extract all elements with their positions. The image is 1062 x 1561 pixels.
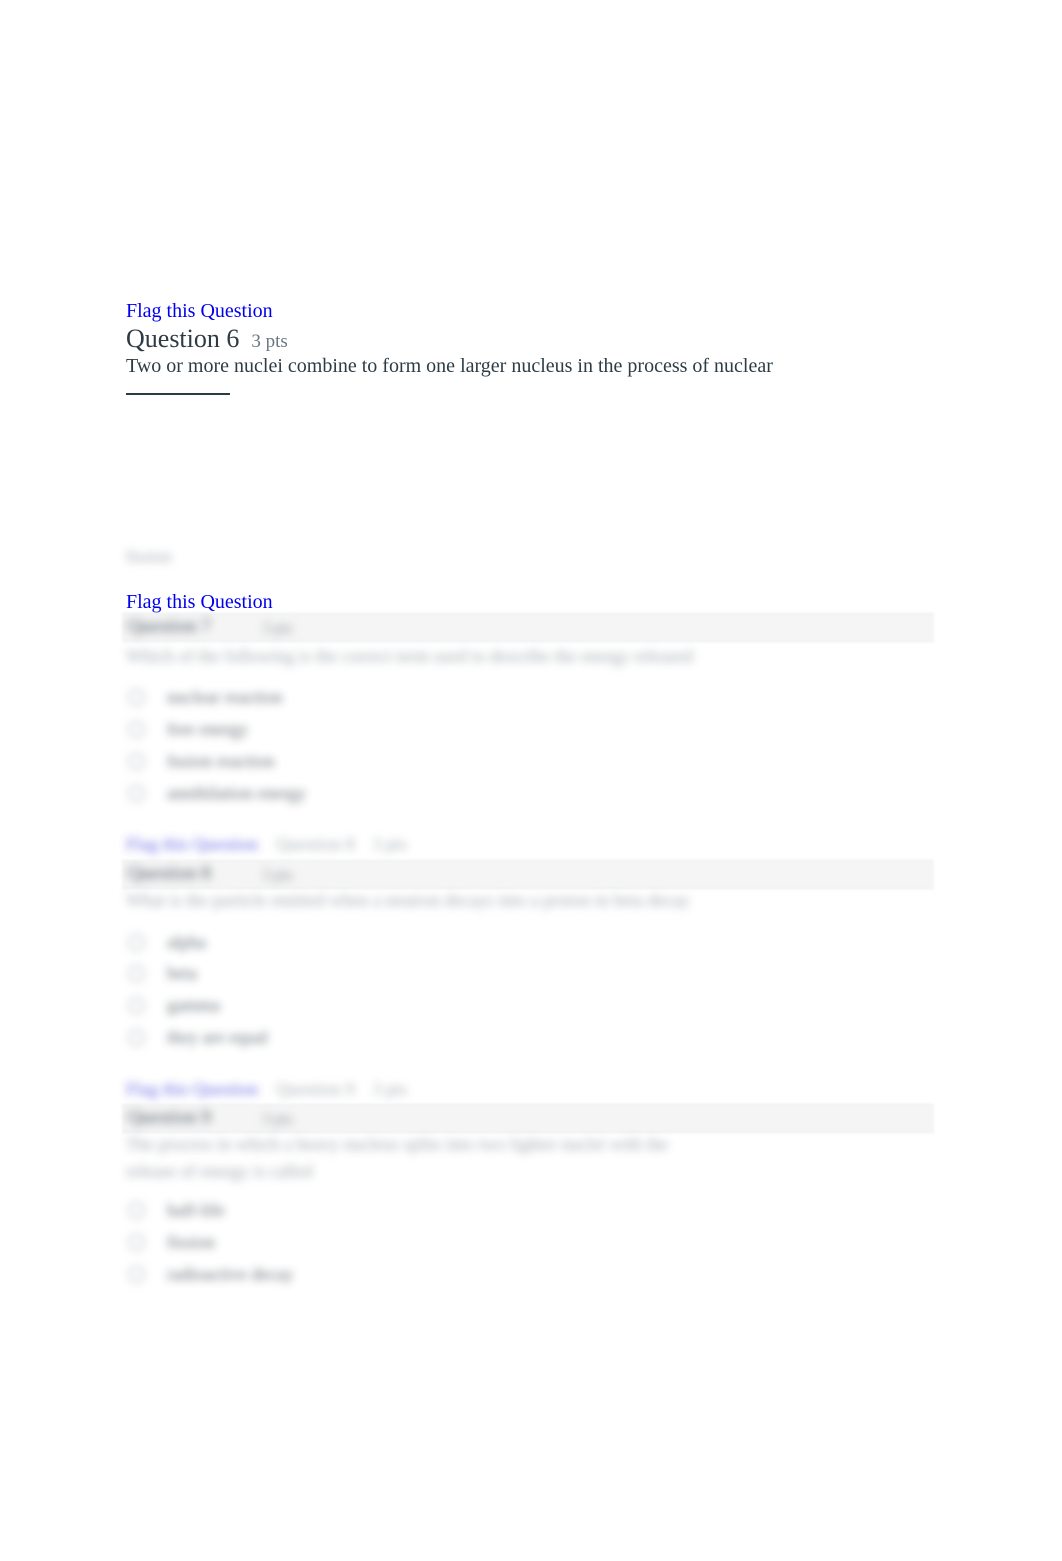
question-8-title: Question 8 [128, 863, 211, 884]
question-6-body-text: Two or more nuclei combine to form one l… [126, 355, 773, 377]
radio-button-icon[interactable] [128, 753, 145, 770]
option-label: gamma [167, 995, 220, 1015]
question-7-body-text: Which of the following is the correct te… [126, 646, 693, 666]
question-8-option-2[interactable]: beta [128, 963, 197, 984]
radio-button-icon[interactable] [128, 1029, 145, 1046]
question-9-option-2[interactable]: fission [128, 1232, 215, 1253]
question-9-option-1[interactable]: half-life [128, 1200, 225, 1221]
option-label: beta [167, 963, 197, 983]
option-label: radioactive decay [167, 1264, 294, 1284]
option-label: fission [167, 1232, 216, 1252]
question-7-header-bar [122, 613, 934, 642]
radio-button-icon[interactable] [128, 1234, 145, 1251]
question-8-option-3[interactable]: gamma [128, 995, 220, 1016]
option-label: half-life [167, 1200, 225, 1220]
flag-this-question-link-2[interactable]: Flag this Question [126, 589, 273, 615]
question-7-title: Question 7 [128, 616, 211, 637]
question-8-body-text: What is the particle emitted when a neut… [126, 890, 690, 910]
question-8-option-1[interactable]: alpha [128, 932, 206, 953]
radio-button-icon[interactable] [128, 689, 145, 706]
quiz-page: Flag this Question Question 6 3 pts Two o… [0, 0, 1062, 1561]
option-label: alpha [167, 932, 206, 952]
question-8-points: 3 pts [262, 867, 293, 884]
question-9-title-inline: Question 9 [276, 1079, 355, 1099]
question-9-points-inline: 3 pts [372, 1079, 408, 1099]
question-9-option-3[interactable]: radioactive decay [128, 1264, 293, 1285]
radio-button-icon[interactable] [128, 965, 145, 982]
question-8-points-inline: 3 pts [372, 834, 408, 854]
question-7-option-3[interactable]: fusion reaction [128, 751, 274, 772]
question-9-body-line-2: release of energy is called [126, 1161, 313, 1181]
question-7-option-4[interactable]: annihilation energy [128, 783, 306, 804]
question-9-points: 3 pts [262, 1111, 293, 1128]
question-8-title-inline: Question 8 [276, 834, 355, 854]
option-label: free energy [167, 719, 249, 739]
radio-button-icon[interactable] [128, 1202, 145, 1219]
question-7-points: 3 pts [262, 620, 293, 637]
flag-this-question-link-4[interactable]: Flag this Question [126, 1079, 258, 1100]
option-label: nuclear reaction [167, 687, 283, 707]
question-6-blank-underline [126, 393, 230, 395]
option-label: fusion reaction [167, 751, 275, 771]
question-7-option-2[interactable]: free energy [128, 719, 248, 740]
radio-button-icon[interactable] [128, 785, 145, 802]
obscured-remnant-text: fission [126, 547, 172, 566]
question-7-option-1[interactable]: nuclear reaction [128, 687, 282, 708]
question-6-points: 3 pts [251, 331, 288, 352]
flag-this-question-link-3[interactable]: Flag this Question [126, 834, 258, 855]
question-7-link-row[interactable]: Flag this Question Question 8 3 pts [126, 834, 407, 855]
radio-button-icon[interactable] [128, 934, 145, 951]
question-9-body-line-1: The process in which a heavy nucleus spl… [126, 1134, 669, 1154]
question-6-title: Question 6 [126, 324, 240, 353]
question-9-title: Question 9 [128, 1107, 211, 1128]
flag-this-question-link-1[interactable]: Flag this Question [126, 298, 273, 324]
question-8-option-4[interactable]: they are equal [128, 1027, 268, 1048]
radio-button-icon[interactable] [128, 1266, 145, 1283]
question-9-header-bar [122, 1104, 934, 1133]
question-8-header-bar [122, 860, 934, 889]
option-label: they are equal [167, 1027, 268, 1047]
option-label: annihilation energy [167, 783, 307, 803]
question-8-link-row[interactable]: Flag this Question Question 9 3 pts [126, 1079, 407, 1100]
radio-button-icon[interactable] [128, 721, 145, 738]
radio-button-icon[interactable] [128, 997, 145, 1014]
